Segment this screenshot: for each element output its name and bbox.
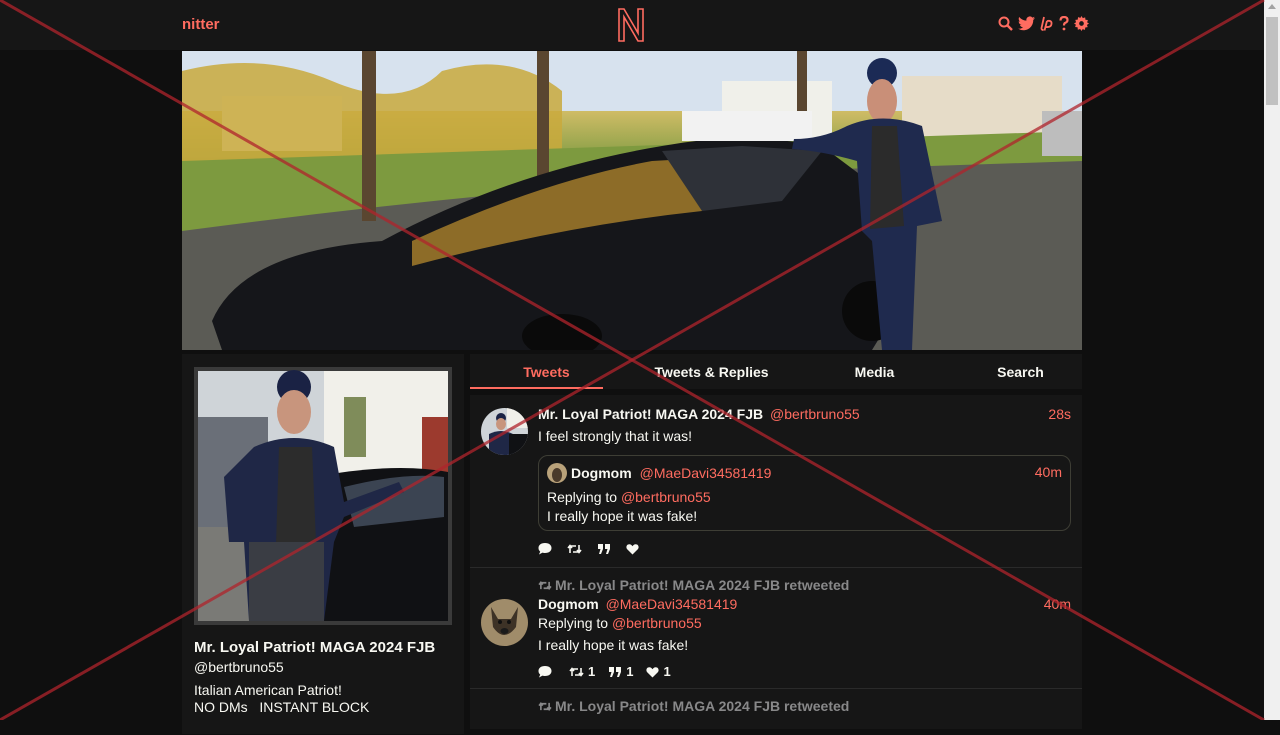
tweet-date[interactable]: 28s — [1048, 406, 1071, 422]
quote-replying-to: Replying to @bertbruno55 — [547, 489, 711, 505]
nav-icons — [998, 15, 1089, 31]
like-stat[interactable]: 1 — [646, 664, 671, 679]
retweet-icon — [567, 543, 582, 554]
quote-username[interactable]: @MaeDavi34581419 — [640, 465, 772, 481]
quote-stat[interactable]: 1 — [608, 664, 633, 679]
quote-icon — [609, 666, 622, 677]
timeline: Mr. Loyal Patriot! MAGA 2024 FJB @bertbr… — [470, 395, 1082, 735]
quote-content: I really hope it was fake! — [547, 508, 698, 524]
profile-bio-line: Italian American Patriot! — [194, 682, 342, 698]
tab-tweets-replies[interactable]: Tweets & Replies — [623, 354, 776, 389]
page-scrollbar[interactable] — [1264, 0, 1280, 720]
retweet-header-text[interactable]: Mr. Loyal Patriot! MAGA 2024 FJB retweet… — [555, 577, 849, 593]
profile-banner-image[interactable] — [182, 51, 1082, 350]
tweet-fullname[interactable]: Mr. Loyal Patriot! MAGA 2024 FJB — [538, 406, 763, 422]
replying-to-link[interactable]: @bertbruno55 — [621, 489, 711, 505]
retweet-icon — [538, 580, 552, 590]
tweet-avatar[interactable] — [481, 408, 528, 455]
reply-stat[interactable] — [538, 542, 556, 555]
retweet-icon — [569, 666, 584, 677]
timeline-tabs: Tweets Tweets & Replies Media Search — [470, 354, 1082, 389]
comment-icon — [538, 666, 552, 678]
quote-icon — [598, 543, 610, 554]
nitter-logo-icon[interactable] — [616, 7, 646, 46]
heart-icon — [626, 543, 639, 554]
profile-avatar[interactable] — [194, 367, 452, 625]
tweet-username[interactable]: @MaeDavi34581419 — [606, 596, 738, 612]
quote-stat[interactable] — [597, 543, 615, 555]
quoted-tweet[interactable]: Dogmom @MaeDavi34581419 40m Replying to … — [538, 455, 1071, 531]
quote-fullname[interactable]: Dogmom — [571, 465, 632, 481]
tweet-stats: 1 1 1 — [538, 664, 671, 679]
retweet-header: Mr. Loyal Patriot! MAGA 2024 FJB retweet… — [538, 577, 849, 593]
tweet-content: I feel strongly that it was! — [538, 428, 693, 444]
like-count: 1 — [663, 664, 671, 679]
like-stat[interactable] — [626, 543, 643, 555]
tweet-avatar[interactable] — [481, 599, 528, 646]
quote-count: 1 — [626, 664, 634, 679]
settings-gear-icon[interactable] — [1074, 16, 1089, 31]
tweet-stats — [538, 542, 643, 555]
help-icon[interactable] — [1059, 15, 1069, 31]
scroll-thumb[interactable] — [1266, 17, 1278, 105]
timeline-item[interactable]: Mr. Loyal Patriot! MAGA 2024 FJB @bertbr… — [470, 395, 1082, 568]
tab-media[interactable]: Media — [776, 354, 929, 389]
comment-icon — [538, 543, 552, 555]
retweet-icon — [538, 701, 552, 711]
timeline-item[interactable]: Mr. Loyal Patriot! MAGA 2024 FJB retweet… — [470, 568, 1082, 689]
tweet-fullname[interactable]: Dogmom — [538, 596, 599, 612]
heart-icon — [646, 666, 660, 677]
profile-bio-line: NO DMs INSTANT BLOCK — [194, 699, 370, 715]
profile-card: Mr. Loyal Patriot! MAGA 2024 FJB @bertbr… — [182, 354, 464, 734]
retweet-stat[interactable]: 1 — [569, 664, 595, 679]
tab-tweets[interactable]: Tweets — [470, 354, 623, 389]
quote-avatar[interactable] — [547, 463, 567, 483]
profile-fullname[interactable]: Mr. Loyal Patriot! MAGA 2024 FJB — [194, 639, 435, 656]
retweet-count: 1 — [588, 664, 596, 679]
navbar: nitter — [0, 0, 1264, 50]
replying-label: Replying to — [538, 615, 609, 631]
quote-date[interactable]: 40m — [1035, 464, 1062, 480]
liberapay-icon[interactable] — [1040, 16, 1054, 31]
tab-search[interactable]: Search — [929, 354, 1082, 389]
replying-to-link[interactable]: @bertbruno55 — [612, 615, 702, 631]
tweet-content: I really hope it was fake! — [538, 637, 689, 653]
retweet-header: Mr. Loyal Patriot! MAGA 2024 FJB retweet… — [538, 698, 849, 714]
scroll-up-arrow-icon[interactable] — [1268, 4, 1276, 9]
retweet-stat[interactable] — [567, 543, 586, 555]
tweet-replying-to: Replying to @bertbruno55 — [538, 615, 702, 631]
search-icon[interactable] — [998, 16, 1013, 31]
profile-username[interactable]: @bertbruno55 — [194, 659, 284, 675]
replying-label: Replying to — [547, 489, 618, 505]
tweet-date[interactable]: 40m — [1044, 596, 1071, 612]
nitter-home-link[interactable]: nitter — [182, 16, 220, 33]
retweet-header-text[interactable]: Mr. Loyal Patriot! MAGA 2024 FJB retweet… — [555, 698, 849, 714]
twitter-bird-icon[interactable] — [1018, 16, 1035, 31]
reply-stat[interactable] — [538, 665, 556, 678]
profile-bio: Italian American Patriot! NO DMs INSTANT… — [194, 682, 369, 716]
timeline-item[interactable]: Mr. Loyal Patriot! MAGA 2024 FJB retweet… — [470, 689, 1082, 729]
tweet-username[interactable]: @bertbruno55 — [770, 406, 860, 422]
